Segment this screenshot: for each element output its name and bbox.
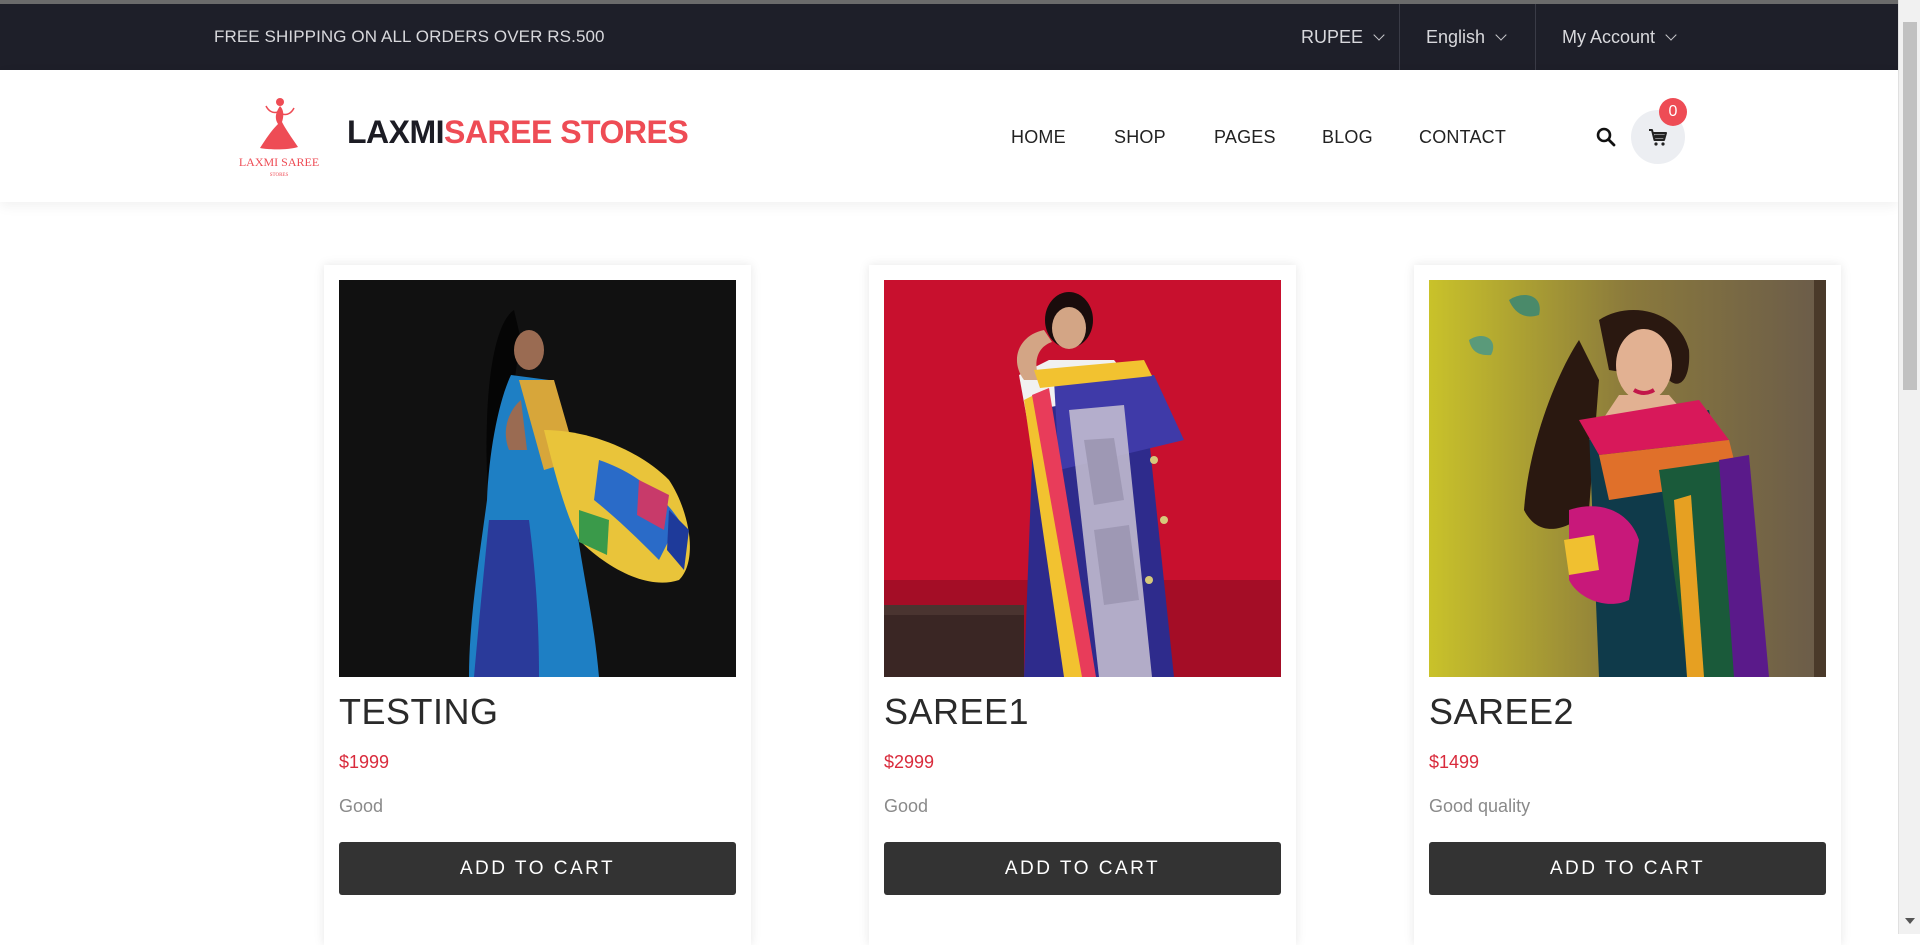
free-shipping-notice: FREE SHIPPING ON ALL ORDERS OVER RS.500 (214, 27, 605, 46)
site-header: LAXMI SAREE STORES LAXMISAREE STORES HOM… (0, 70, 1898, 202)
add-to-cart-button[interactable]: ADD TO CART (884, 842, 1281, 895)
nav-shop[interactable]: SHOP (1114, 70, 1166, 202)
product-price: $1499 (1429, 752, 1480, 772)
product-description: Good quality (1429, 796, 1531, 816)
page-scrollbar[interactable] (1898, 0, 1920, 934)
account-label: My Account (1562, 27, 1656, 47)
scroll-down-arrow-icon[interactable] (1905, 918, 1915, 924)
chevron-down-icon (1665, 28, 1677, 41)
logo-subtext: STORES (270, 173, 289, 178)
language-dropdown[interactable]: English (1400, 4, 1531, 70)
product-image[interactable] (1429, 280, 1826, 677)
logo-text: LAXMI SAREE (239, 155, 319, 169)
product-title[interactable]: TESTING (339, 691, 499, 733)
nav-home[interactable]: HOME (1011, 70, 1066, 202)
currency-dropdown[interactable]: RUPEE (1275, 4, 1409, 70)
logo[interactable]: LAXMI SAREE STORES (234, 92, 324, 182)
product-title[interactable]: SAREE2 (1429, 691, 1574, 733)
product-image[interactable] (339, 280, 736, 677)
add-to-cart-button[interactable]: ADD TO CART (1429, 842, 1826, 895)
product-description: Good (884, 796, 929, 816)
top-bar: FREE SHIPPING ON ALL ORDERS OVER RS.500 … (0, 0, 1898, 70)
language-label: English (1426, 27, 1486, 47)
cart-icon (1649, 129, 1667, 146)
nav-pages[interactable]: PAGES (1214, 70, 1276, 202)
search-icon[interactable] (1594, 125, 1618, 149)
chevron-down-icon (1495, 28, 1507, 41)
scrollbar-thumb[interactable] (1903, 22, 1917, 390)
brand-name-part2: SAREE STORES (444, 114, 689, 150)
brand-name-part1: LAXMI (347, 114, 445, 150)
chevron-down-icon (1373, 28, 1385, 41)
product-price: $2999 (884, 752, 935, 772)
add-to-cart-button[interactable]: ADD TO CART (339, 842, 736, 895)
cart-count-badge: 0 (1659, 98, 1687, 126)
product-card: SAREE1 $2999 Good ADD TO CART (869, 265, 1296, 945)
currency-label: RUPEE (1301, 27, 1364, 47)
product-image[interactable] (884, 280, 1281, 677)
brand-name[interactable]: LAXMISAREE STORES (347, 114, 689, 151)
product-price: $1999 (339, 752, 390, 772)
product-card: SAREE2 $1499 Good quality ADD TO CART (1414, 265, 1841, 945)
nav-blog[interactable]: BLOG (1322, 70, 1373, 202)
product-card: TESTING $1999 Good ADD TO CART (324, 265, 751, 945)
my-account-dropdown[interactable]: My Account (1536, 4, 1701, 70)
product-description: Good (339, 796, 384, 816)
product-title[interactable]: SAREE1 (884, 691, 1029, 733)
nav-contact[interactable]: CONTACT (1419, 70, 1506, 202)
